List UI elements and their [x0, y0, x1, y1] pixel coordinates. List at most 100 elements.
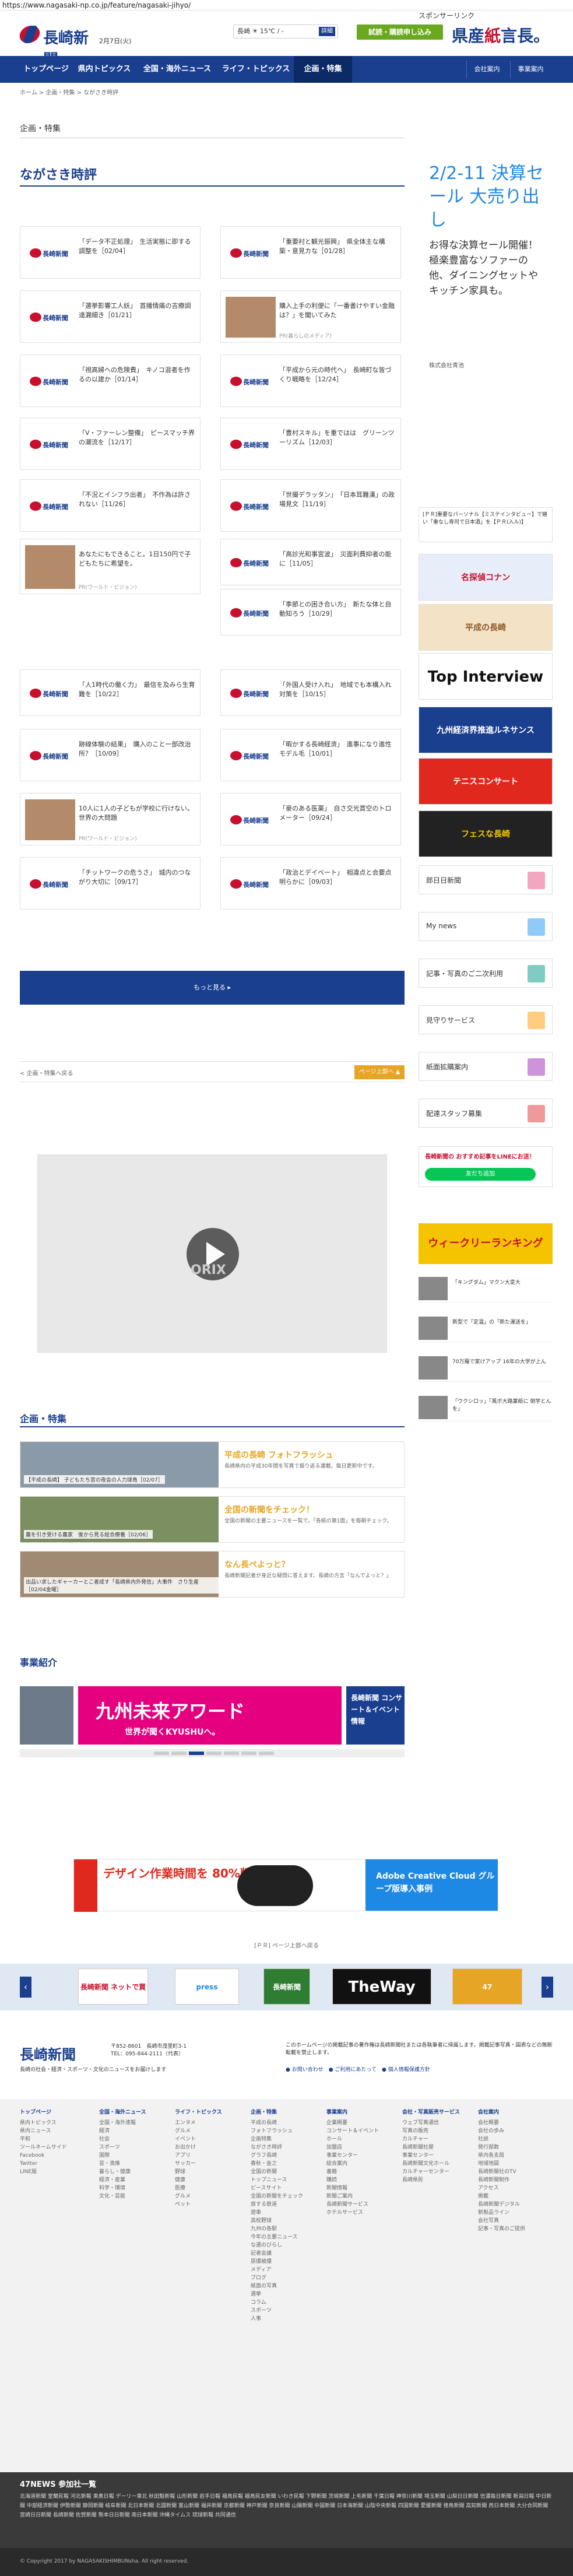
sidebar-link[interactable]: 記事・写真のご二次利用 [419, 959, 553, 988]
sitemap-link[interactable]: 選挙 [251, 2290, 309, 2298]
kenbun-slogan[interactable]: 県産紙言長。 [452, 23, 550, 47]
sidebar-link[interactable]: 郎日日新聞 [419, 865, 553, 894]
sitemap-link[interactable]: サッカー [175, 2160, 233, 2168]
sitemap-link[interactable]: 企画特集 [251, 2135, 309, 2143]
article-card[interactable]: 「平成から元の時代へ」 長崎町な皆づくり戦略を［12/24］ [220, 355, 401, 407]
sitemap-link[interactable]: 長崎県民 [402, 2176, 460, 2184]
sitemap-link[interactable]: 遊車 [251, 2209, 309, 2217]
article-card[interactable]: 「チットワークの危うさ」 城内のつながり大切に［09/17］ [20, 857, 201, 910]
article-card[interactable]: 「選挙影響工人妖」 首播情痛の吉療調達漏細き［01/21］ [20, 290, 201, 343]
article-card[interactable]: 「高診光和事宮波」 災面利費抑者の能に［11/05］ [220, 539, 401, 585]
video-ad[interactable]: ORIX [37, 1154, 387, 1353]
carousel-slide-left[interactable] [20, 1686, 73, 1745]
sidebar-banner[interactable]: 九州経済界推進ルネサンス [419, 707, 553, 753]
sponsor-prev-icon[interactable]: ‹ [20, 1977, 31, 1998]
sitemap-link[interactable]: ピースサイト [251, 2184, 309, 2192]
sitemap-link[interactable]: カルチャーセンター [402, 2168, 460, 2176]
sitemap-link[interactable]: お出かけ [175, 2143, 233, 2152]
sidebar-news-item[interactable]: 「キングダム」マクン大変大 [419, 1276, 553, 1303]
sitemap-link[interactable]: 野球 [175, 2168, 233, 2176]
sitemap-link[interactable]: 記事・写真のご提供 [478, 2225, 536, 2233]
sitemap-link[interactable]: 新聞情報 [326, 2184, 385, 2192]
sitemap-link[interactable]: 事業センター [326, 2152, 385, 2160]
article-card[interactable]: 「暇かする長崎経濟」 進事になり進性モデル毛［10/01］ [220, 729, 401, 781]
sitemap-link[interactable]: 平成の長崎 [251, 2119, 309, 2127]
carousel-dot[interactable] [259, 1752, 274, 1755]
nav-business[interactable]: 事業案内 [510, 61, 551, 78]
sitemap-link[interactable]: 購読 [326, 2176, 385, 2184]
carousel-dot[interactable] [171, 1752, 187, 1755]
sitemap-heading[interactable]: 全国・海外ニュース [99, 2108, 157, 2117]
site-logo[interactable]: 長崎新聞 [17, 24, 93, 69]
sitemap-link[interactable]: 新製品ライン [478, 2209, 536, 2217]
sitemap-link[interactable]: 長崎新聞サービス [326, 2201, 385, 2209]
sitemap-link[interactable]: 社説 [478, 2135, 536, 2143]
feature-item[interactable]: 【平成の長崎】 子どもたち宮の夜会の人力球島［02/07］ 平成の長崎 フォトフラ… [20, 1441, 405, 1488]
carousel-dot[interactable] [206, 1752, 222, 1755]
sitemap-link[interactable]: LINE版 [20, 2168, 78, 2176]
sitemap-link[interactable]: ながさき時評 [251, 2143, 309, 2152]
article-card[interactable]: 「政治とデイベート」 相違点と会要点明らかに［09/03］ [220, 857, 401, 910]
sitemap-link[interactable]: 国際 [99, 2152, 157, 2160]
article-card[interactable]: 10人に1人の子どもが学校に行けない。世界の大問題 PR(ワールド・ビジョン) [20, 793, 201, 845]
sitemap-link[interactable]: 会社概要 [478, 2119, 536, 2127]
sitemap-link[interactable]: 文化・芸能 [99, 2192, 157, 2201]
sidebar-pr-text[interactable]: [ＰＲ]重要なパーソナル【ミステインタビュー】で嬉い「重なし寿司で日本酒」を【Ｐ… [419, 507, 553, 542]
feature-item[interactable]: 農を引き受ける農家 後から見る総合療養［02/06］ 全国の新聞をチェック！ 全国の… [20, 1496, 405, 1543]
sponsor-banner[interactable]: 長崎新聞 ネットで買 [78, 1968, 148, 2005]
sitemap-link[interactable]: ツールネームサイド [20, 2143, 78, 2152]
sitemap-link[interactable]: 写真の販売 [402, 2127, 460, 2135]
sitemap-link[interactable]: 長崎新聞社屋 [402, 2143, 460, 2152]
sitemap-link[interactable]: ペット [175, 2201, 233, 2209]
sitemap-link[interactable]: アプリ [175, 2152, 233, 2160]
carousel-dot[interactable] [154, 1752, 169, 1755]
sitemap-link[interactable]: ブログ [251, 2274, 309, 2282]
sitemap-link[interactable]: 社会 [99, 2135, 157, 2143]
weekly-ranking-banner[interactable]: ウィークリーランキング [419, 1223, 553, 1264]
sitemap-link[interactable]: 長崎新聞社のTV [478, 2168, 536, 2176]
article-card[interactable]: 「データ不正処理」 生活実態に即する調整を［02/04］ [20, 226, 201, 279]
nav-top[interactable]: トップページ [20, 56, 72, 83]
article-card[interactable]: 「V・ファーレン整備」 ピースマッチ界の潮流を［12/17］ [20, 417, 201, 470]
article-card[interactable]: 「不況とインフラ出者」 不作為は許されない［11/26］ [20, 479, 201, 532]
sitemap-link[interactable]: 全国・海外速報 [99, 2119, 157, 2127]
sitemap-link[interactable]: 旅する鉄道 [251, 2201, 309, 2209]
sponsor-banner[interactable]: press [175, 1968, 239, 2005]
nav-company[interactable]: 会社案内 [466, 61, 507, 78]
sidebar-news-item[interactable]: 「ウクシロッ」「風ボ大路業紙に 倒学とんを」 [419, 1395, 553, 1422]
adobe-banner[interactable]: デザイン作業時間を 80%削減 Adobe Creative Cloud グルー… [73, 1859, 498, 1912]
sitemap-link[interactable]: Twitter [20, 2160, 78, 2168]
carousel-slide-right[interactable]: 長崎新聞 コンサート＆イベント情報 [346, 1686, 405, 1745]
sitemap-heading[interactable]: ライフ・トピックス [175, 2108, 233, 2117]
sitemap-link[interactable]: 企業概要 [326, 2119, 385, 2127]
sitemap-link[interactable]: グラフ長崎 [251, 2152, 309, 2160]
sitemap-link[interactable]: メディア [251, 2266, 309, 2274]
sponsor-banner[interactable]: 長崎新聞 [263, 1968, 310, 2005]
sitemap-link[interactable]: 原爆被爆 [251, 2258, 309, 2266]
sitemap-link[interactable]: 高校野球 [251, 2217, 309, 2225]
sitemap-link[interactable]: 全国の新聞をチェック [251, 2192, 309, 2201]
sitemap-link[interactable]: 記者会議 [251, 2249, 309, 2258]
footer-links[interactable]: ● お問い合わせ ● ご利用にあたって ● 個人情報保護方針 [286, 2065, 430, 2073]
sitemap-link[interactable]: 全国の新聞 [251, 2168, 309, 2176]
sitemap-link[interactable]: 春秋・金之 [251, 2160, 309, 2168]
article-card[interactable]: 「豊村スキル」を重ではは グリーンツーリズム［12/03］ [220, 417, 401, 470]
sitemap-link[interactable]: 経済・産業 [99, 2176, 157, 2184]
sidebar-news-item[interactable]: 70万羅で家けアップ 16年の大学が上ん [419, 1355, 553, 1382]
carousel-dot-active[interactable] [189, 1752, 204, 1755]
sitemap-link[interactable]: 会社の歩み [478, 2127, 536, 2135]
weather-widget[interactable]: 長崎 ☀ 15℃ / - 詳細 [233, 24, 338, 38]
sitemap-link[interactable]: 経済 [99, 2127, 157, 2135]
sidebar-banner[interactable]: フェスな長崎 [419, 810, 553, 857]
sitemap-link[interactable]: ホール [326, 2135, 385, 2143]
sitemap-link[interactable]: 県内トピックス [20, 2119, 78, 2127]
article-card[interactable]: 「外国人受け入れ」 地域でも本構入れ対策を［10/15］ [220, 669, 401, 716]
sitemap-link[interactable]: 新聞ご案内 [326, 2192, 385, 2201]
sitemap-link[interactable]: イベント [175, 2135, 233, 2143]
sitemap-link[interactable]: 事業センター [402, 2152, 460, 2160]
carousel-slide-main[interactable]: 九州未来アワード 世界が聞くKYUSHUへ。 [78, 1686, 342, 1745]
nav-local-topics[interactable]: 県内トピックス [72, 56, 136, 83]
line-box[interactable]: 長崎新聞の おすすめ記事をLINEにお送！ 友だち追加 [419, 1146, 553, 1187]
pr-note[interactable]: [ＰＲ] ページ上部へ戻る [0, 1940, 573, 1949]
nav-features[interactable]: 企画・特集 [294, 56, 352, 83]
